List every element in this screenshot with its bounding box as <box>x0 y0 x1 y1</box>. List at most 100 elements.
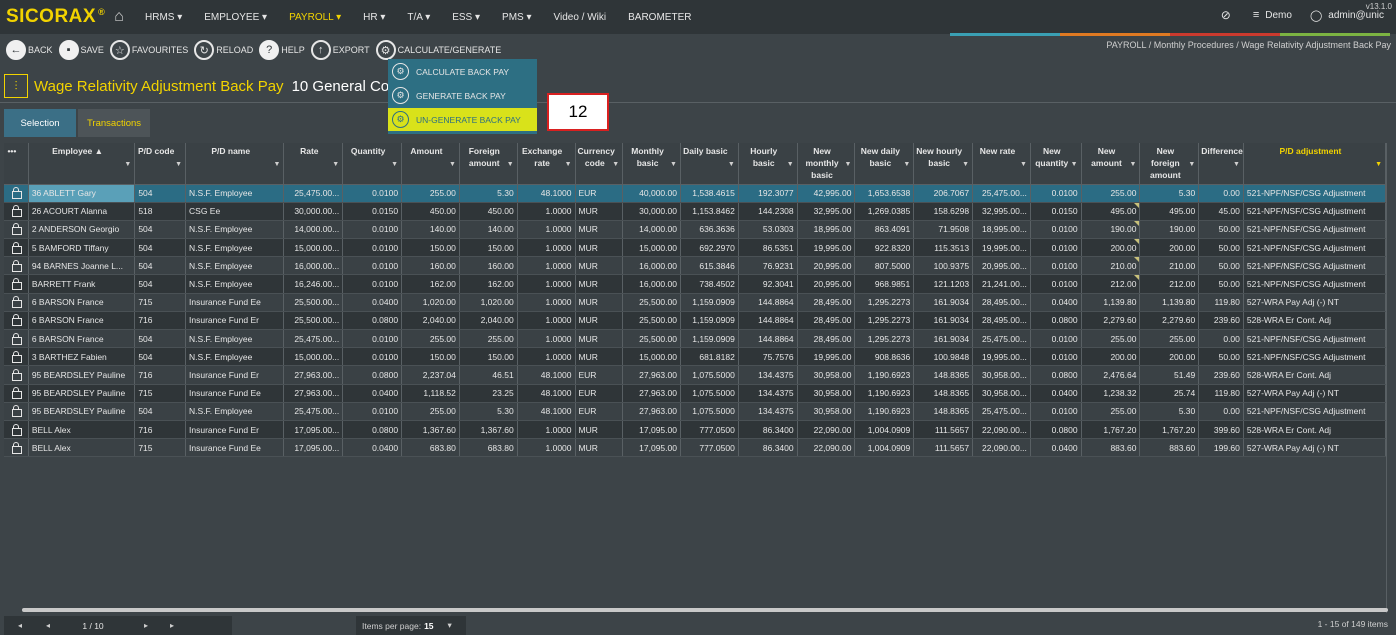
table-row[interactable]: 26 ACOURT Alanna 518 CSG Ee 30,000.00... 0.0… <box>4 202 1387 221</box>
column-header-7[interactable]: Foreign amount ▼ <box>459 143 518 185</box>
table-row[interactable]: 2 ANDERSON Georgio 504 N.S.F. Employee 14,0… <box>4 220 1387 240</box>
cell-12: 86.5351 <box>738 238 798 258</box>
tab-transactions[interactable]: Transactions <box>78 109 150 137</box>
filter-icon[interactable]: ▼ <box>175 159 182 171</box>
last-page-button[interactable]: ▸ <box>170 621 174 630</box>
filter-icon[interactable]: ▼ <box>787 159 794 171</box>
menu-item-6[interactable]: PMS ▾ <box>491 12 542 23</box>
items-per-page-select[interactable]: Items per page: 15 ▾ <box>356 616 466 635</box>
column-header-12[interactable]: Hourly basic ▼ <box>738 143 798 185</box>
horizontal-scrollbar[interactable] <box>22 608 1388 612</box>
home-icon[interactable]: ⌂ <box>104 8 134 26</box>
column-header-16[interactable]: New rate ▼ <box>972 143 1031 185</box>
calculate-back-pay-item[interactable]: ⚙ CALCULATE BACK PAY <box>388 60 537 83</box>
help-button[interactable]: ? HELP <box>259 40 305 60</box>
company-label[interactable]: Demo <box>1265 10 1292 21</box>
user-name[interactable]: admin@unic <box>1328 10 1384 21</box>
table-row[interactable]: 3 BARTHEZ Fabien 504 N.S.F. Employee 15,000… <box>4 347 1387 367</box>
filter-icon[interactable]: ▼ <box>124 159 131 171</box>
save-button[interactable]: ▪ SAVE <box>58 40 104 60</box>
filter-icon[interactable]: ▼ <box>332 159 339 171</box>
filter-icon[interactable]: ▼ <box>1130 159 1137 171</box>
filter-icon[interactable]: ▼ <box>1375 159 1382 171</box>
pin-off-icon[interactable]: ⊘ <box>1221 8 1231 22</box>
cell-21: 521-NPF/NSF/CSG Adjustment <box>1243 238 1387 258</box>
table-row[interactable]: 6 BARSON France 716 Insurance Fund Er 25,50… <box>4 311 1387 331</box>
filter-icon[interactable]: ▼ <box>1188 159 1195 171</box>
table-row[interactable]: 6 BARSON France 715 Insurance Fund Ee 25,50… <box>4 293 1387 312</box>
column-header-8[interactable]: Exchange rate ▼ <box>517 143 576 185</box>
export-button[interactable]: ↑ EXPORT <box>310 40 370 60</box>
column-header-0[interactable]: ••• <box>4 143 29 185</box>
table-row[interactable]: 6 BARSON France 504 N.S.F. Employee 25,475.… <box>4 329 1387 349</box>
cell-21: 528-WRA Er Cont. Adj <box>1243 420 1387 440</box>
cell-9: MUR <box>575 329 624 349</box>
filter-icon[interactable]: ▼ <box>565 159 572 171</box>
table-row[interactable]: 95 BEARDSLEY Pauline 504 N.S.F. Employee 25… <box>4 402 1387 421</box>
ungenerate-back-pay-item[interactable]: ⚙ UN-GENERATE BACK PAY <box>388 108 537 131</box>
table-row[interactable]: 94 BARNES Joanne L... 504 N.S.F. Employee 1… <box>4 256 1387 276</box>
column-label: New monthly basic <box>805 146 839 180</box>
reload-button[interactable]: ↻ RELOAD <box>194 40 253 60</box>
filter-icon[interactable]: ▼ <box>1020 159 1027 171</box>
column-header-2[interactable]: P/D code ▼ <box>134 143 187 185</box>
filter-icon[interactable]: ▼ <box>1071 159 1078 171</box>
lock-icon <box>11 368 22 381</box>
tab-selection[interactable]: Selection <box>4 109 76 137</box>
filter-icon[interactable]: ▼ <box>670 159 677 171</box>
column-header-14[interactable]: New daily basic ▼ <box>854 143 915 185</box>
calculate-generate-button[interactable]: ⚙ CALCULATE/GENERATE <box>375 40 501 60</box>
first-page-button[interactable]: ◂ <box>18 621 22 630</box>
lock-icon <box>4 238 29 258</box>
menu-item-7[interactable]: Video / Wiki <box>543 12 618 23</box>
filter-icon[interactable]: ▼ <box>449 159 456 171</box>
menu-item-0[interactable]: HRMS ▾ <box>134 12 193 23</box>
table-row[interactable]: 95 BEARDSLEY Pauline 716 Insurance Fund Er… <box>4 365 1387 385</box>
cell-4: 16,000.00... <box>283 256 344 276</box>
app-version: v13.1.0 <box>1365 2 1392 11</box>
filter-icon[interactable]: ▼ <box>273 159 280 171</box>
menu-item-3[interactable]: HR ▾ <box>352 12 396 23</box>
cell-17: 0.0100 <box>1030 402 1082 421</box>
column-header-19[interactable]: New foreign amount ▼ <box>1139 143 1200 185</box>
favourites-button[interactable]: ☆ FAVOURITES <box>109 40 188 60</box>
filter-icon[interactable]: ▼ <box>962 159 969 171</box>
table-row[interactable]: 95 BEARDSLEY Pauline 715 Insurance Fund Ee… <box>4 384 1387 403</box>
menu-item-5[interactable]: ESS ▾ <box>441 12 491 23</box>
column-header-10[interactable]: Monthly basic ▼ <box>622 143 681 185</box>
table-row[interactable]: BELL Alex 715 Insurance Fund Ee 17,095.00..… <box>4 438 1387 458</box>
filter-icon[interactable]: ▼ <box>612 159 619 171</box>
filter-icon[interactable]: ▼ <box>845 159 852 171</box>
menu-item-1[interactable]: EMPLOYEE ▾ <box>193 12 278 23</box>
menu-item-4[interactable]: T/A ▾ <box>396 12 441 23</box>
generate-back-pay-item[interactable]: ⚙ GENERATE BACK PAY <box>388 84 537 107</box>
table-row[interactable]: BELL Alex 716 Insurance Fund Er 17,095.00..… <box>4 420 1387 440</box>
app-logo[interactable]: SICORAX ® <box>0 6 105 28</box>
column-header-20[interactable]: Difference ▼ <box>1198 143 1244 185</box>
column-header-1[interactable]: Employee ▲ ▼ <box>28 143 136 185</box>
filter-icon[interactable]: ▼ <box>507 159 514 171</box>
table-row[interactable]: 5 BAMFORD Tiffany 504 N.S.F. Employee 15,00… <box>4 238 1387 258</box>
filter-icon[interactable]: ▼ <box>728 159 735 171</box>
column-header-13[interactable]: New monthly basic ▼ <box>797 143 856 185</box>
column-header-5[interactable]: Quantity ▼ <box>342 143 403 185</box>
table-row[interactable]: 36 ABLETT Gary 504 N.S.F. Employee 25,475.0… <box>4 184 1387 203</box>
table-row[interactable]: BARRETT Frank 504 N.S.F. Employee 16,246.00… <box>4 274 1387 294</box>
menu-item-8[interactable]: BAROMETER <box>617 12 702 23</box>
column-header-4[interactable]: Rate ▼ <box>283 143 344 185</box>
filter-icon[interactable]: ▼ <box>1233 159 1240 171</box>
column-header-18[interactable]: New amount ▼ <box>1081 143 1141 185</box>
column-header-11[interactable]: Daily basic ▼ <box>680 143 739 185</box>
column-header-15[interactable]: New hourly basic ▼ <box>913 143 974 185</box>
next-page-button[interactable]: ▸ <box>144 621 148 630</box>
menu-item-2[interactable]: PAYROLL ▾ <box>278 12 352 23</box>
filter-icon[interactable]: ▼ <box>391 159 398 171</box>
column-header-17[interactable]: New quantity ▼ <box>1030 143 1082 185</box>
column-header-21[interactable]: P/D adjustment ▼ <box>1243 143 1387 185</box>
filter-icon[interactable]: ▼ <box>903 159 910 171</box>
column-header-6[interactable]: Amount ▼ <box>401 143 460 185</box>
breadcrumb[interactable]: PAYROLL / Monthly Procedures / Wage Rela… <box>1106 40 1391 50</box>
back-button[interactable]: ← BACK <box>6 40 53 60</box>
column-header-3[interactable]: P/D name ▼ <box>185 143 285 185</box>
column-header-9[interactable]: Currency code ▼ <box>575 143 624 185</box>
